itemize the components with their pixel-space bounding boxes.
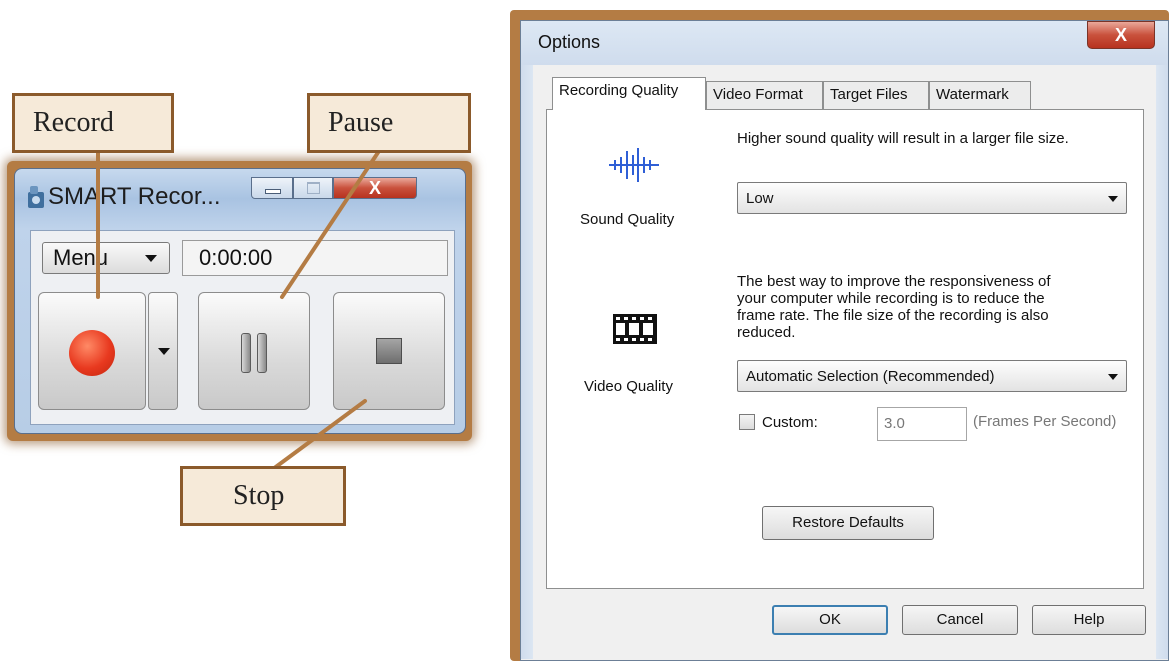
window-border-left [521,65,533,659]
close-icon: X [1114,25,1127,45]
video-quality-select[interactable]: Automatic Selection (Recommended) [737,360,1127,392]
close-icon: X [368,178,381,198]
pause-button[interactable] [198,292,310,410]
stop-icon [376,338,402,364]
video-quality-description: The best way to improve the responsivene… [737,273,1051,341]
sound-quality-select[interactable]: Low [737,182,1127,214]
options-close-button[interactable]: X [1087,21,1155,49]
video-description-line: frame rate. The file size of the recordi… [737,307,1049,324]
video-description-line: The best way to improve the responsivene… [737,273,1051,290]
help-button[interactable]: Help [1032,605,1146,635]
minimize-button[interactable] [251,177,293,199]
stop-button[interactable] [333,292,445,410]
record-options-button[interactable] [148,292,178,410]
record-button[interactable] [38,292,146,410]
ok-button[interactable]: OK [772,605,888,635]
sound-wave-icon [609,148,659,182]
chevron-down-icon [1108,196,1118,202]
sound-quality-description: Higher sound quality will result in a la… [737,130,1069,147]
maximize-icon [307,182,320,194]
custom-label: Custom: [762,414,818,431]
video-description-line: your computer while recording is to redu… [737,290,1045,307]
recorder-title: SMART Recor... [48,183,221,210]
sound-quality-value: Low [746,190,774,207]
sound-quality-label: Sound Quality [580,211,675,228]
restore-defaults-button[interactable]: Restore Defaults [762,506,934,540]
close-button[interactable]: X [333,177,417,199]
fps-input[interactable]: 3.0 [877,407,967,441]
options-title: Options [538,32,601,52]
tab-target-files[interactable]: Target Files [823,81,929,109]
fps-unit-label: (Frames Per Second) [973,413,1117,430]
minimize-icon [265,189,281,194]
video-description-line: reduced. [737,324,796,341]
tab-video-format[interactable]: Video Format [706,81,823,109]
film-strip-icon [613,314,657,344]
tab-recording-quality[interactable]: Recording Quality [552,77,706,110]
record-icon [69,330,115,376]
window-border-right [1156,65,1168,659]
record-callout: Record [12,93,174,153]
menu-label: Menu [53,245,109,270]
video-quality-label: Video Quality [584,378,673,395]
custom-checkbox[interactable] [739,414,755,430]
cancel-button[interactable]: Cancel [902,605,1018,635]
chevron-down-icon [145,255,157,262]
menu-dropdown[interactable]: Menu [42,242,170,274]
dropdown-arrow-icon [158,348,170,355]
tab-watermark[interactable]: Watermark [929,81,1031,109]
video-quality-value: Automatic Selection (Recommended) [746,368,995,385]
app-icon [28,186,44,208]
options-titlebar [521,21,1168,65]
pause-icon [241,333,269,373]
maximize-button[interactable] [293,177,333,199]
pause-callout: Pause [307,93,471,153]
stop-callout: Stop [180,466,346,526]
elapsed-time-display: 0:00:00 [182,240,448,276]
chevron-down-icon [1108,374,1118,380]
